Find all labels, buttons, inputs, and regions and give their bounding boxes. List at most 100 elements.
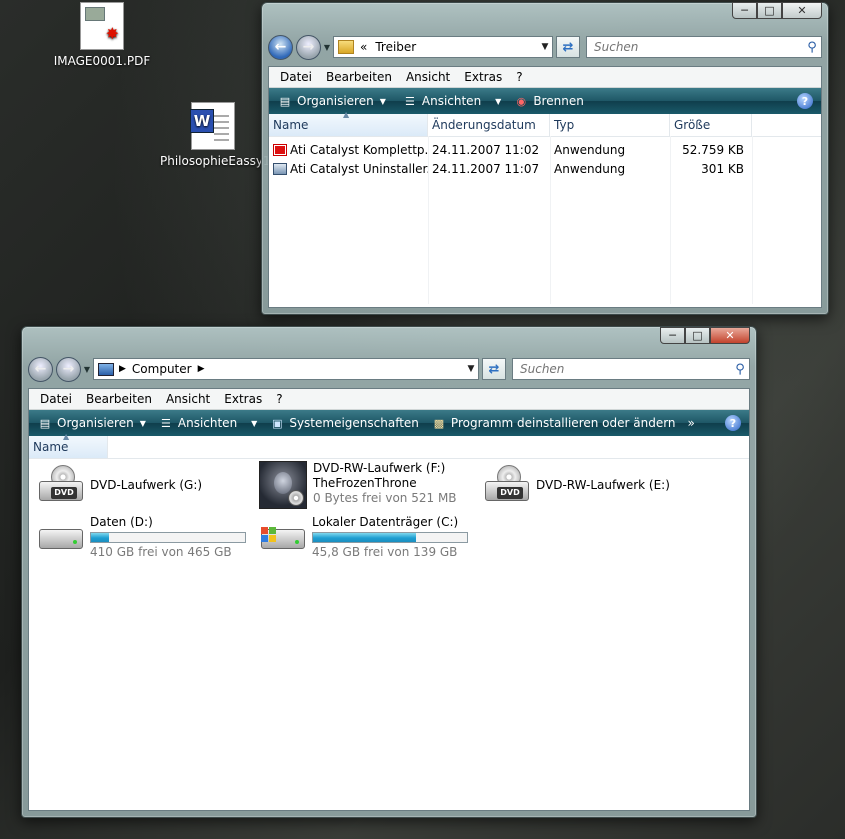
desktop-icon-label: IMAGE0001.PDF xyxy=(53,54,151,68)
file-name: Ati Catalyst Komplettp... xyxy=(290,142,428,157)
system-properties-button[interactable]: ▣ Systemeigenschaften xyxy=(265,415,427,431)
column-name-label: Name xyxy=(273,118,309,132)
organize-label: Organisieren xyxy=(297,94,374,108)
pdf-file-icon: ✸ xyxy=(80,2,124,50)
hard-disk-icon xyxy=(37,515,85,555)
breadcrumb-overflow[interactable]: « xyxy=(360,40,367,54)
menu-help[interactable]: ? xyxy=(269,392,289,406)
address-bar[interactable]: « Treiber ▼ xyxy=(333,36,553,58)
history-dropdown[interactable]: ▼ xyxy=(81,365,93,374)
uninstall-program-icon: ▩ xyxy=(433,416,445,430)
folder-icon xyxy=(338,40,354,54)
system-properties-label: Systemeigenschaften xyxy=(289,416,419,430)
minimize-button[interactable]: ─ xyxy=(660,327,685,344)
forward-arrow-icon: → xyxy=(62,361,75,377)
desktop-icon-word-doc[interactable]: W PhilosophieEassy1 xyxy=(160,102,271,168)
drive-dvd-rw-e[interactable]: DVD DVD-RW-Laufwerk (E:) xyxy=(483,465,670,507)
search-input[interactable] xyxy=(518,361,731,377)
menu-help[interactable]: ? xyxy=(509,70,529,84)
views-button[interactable]: ☰ Ansichten ▼ xyxy=(154,415,265,431)
chevron-down-icon: ▼ xyxy=(251,418,258,428)
column-header-name[interactable]: Name ▲ xyxy=(269,110,428,136)
menu-extras[interactable]: Extras xyxy=(217,392,269,406)
file-row[interactable]: Ati Catalyst Uninstaller... 24.11.2007 1… xyxy=(269,159,821,178)
more-commands-button[interactable]: » xyxy=(684,416,703,430)
back-arrow-icon: ← xyxy=(274,39,287,55)
close-button[interactable]: ✕ xyxy=(782,2,822,19)
menu-bar: Datei Bearbeiten Ansicht Extras ? xyxy=(269,67,821,88)
minimize-button[interactable]: ─ xyxy=(732,2,757,19)
search-icon[interactable]: ⚲ xyxy=(803,40,821,55)
column-header-type[interactable]: Typ xyxy=(550,114,670,136)
uninstall-program-button[interactable]: ▩ Programm deinstallieren oder ändern xyxy=(427,415,684,431)
history-dropdown[interactable]: ▼ xyxy=(321,43,333,52)
file-row[interactable]: Ati Catalyst Komplettp... 24.11.2007 11:… xyxy=(269,140,821,159)
breadcrumb-separator-icon[interactable]: ▶ xyxy=(198,364,205,374)
menu-bearbeiten[interactable]: Bearbeiten xyxy=(319,70,399,84)
close-button[interactable]: ✕ xyxy=(710,327,750,344)
column-header-size[interactable]: Größe xyxy=(670,114,752,136)
drive-dvd-g[interactable]: DVD DVD-Laufwerk (G:) xyxy=(37,465,202,507)
explorer-window-treiber[interactable]: ─ □ ✕ ← → ▼ « Treiber ▼ ⇄ ⚲ Datei Bearbe… xyxy=(261,2,829,315)
address-bar[interactable]: ▶ Computer ▶ ▼ xyxy=(93,358,479,380)
back-button[interactable]: ← xyxy=(28,356,53,382)
breadcrumb-current[interactable]: Treiber xyxy=(375,40,538,54)
menu-datei[interactable]: Datei xyxy=(33,392,79,406)
drive-list: DVD DVD-Laufwerk (G:) DVD-RW-Laufwerk (F… xyxy=(29,459,749,819)
column-header-date[interactable]: Änderungsdatum xyxy=(428,114,550,136)
column-type-label: Typ xyxy=(554,118,575,132)
menu-datei[interactable]: Datei xyxy=(273,70,319,84)
drive-daten-d[interactable]: Daten (D:) 410 GB frei von 465 GB xyxy=(37,515,246,560)
menu-extras[interactable]: Extras xyxy=(457,70,509,84)
burn-button[interactable]: ◉ Brennen xyxy=(509,93,591,109)
column-date-label: Änderungsdatum xyxy=(432,118,536,132)
drive-name: Lokaler Datenträger (C:) xyxy=(312,515,459,529)
menu-ansicht[interactable]: Ansicht xyxy=(159,392,217,406)
views-label: Ansichten xyxy=(177,416,238,430)
drive-name: Daten (D:) xyxy=(90,515,153,529)
drive-name: DVD-Laufwerk (G:) xyxy=(90,478,203,492)
column-headers: Name ▲ xyxy=(29,432,749,459)
help-icon[interactable]: ? xyxy=(725,415,741,431)
caption-buttons: ─ □ ✕ xyxy=(732,2,822,19)
search-input[interactable] xyxy=(592,39,803,55)
file-type: Anwendung xyxy=(554,142,626,157)
forward-button[interactable]: → xyxy=(56,356,81,382)
maximize-button[interactable]: □ xyxy=(757,2,782,19)
menu-ansicht[interactable]: Ansicht xyxy=(399,70,457,84)
sort-ascending-icon: ▲ xyxy=(343,110,350,119)
command-bar: ▤ Organisieren ▼ ☰ Ansichten ▼ ▣ Systeme… xyxy=(29,410,749,436)
caption-buttons: ─ □ ✕ xyxy=(660,327,750,344)
chevron-down-icon[interactable]: ▼ xyxy=(538,42,552,52)
refresh-button[interactable]: ⇄ xyxy=(482,358,506,380)
desktop-icon-label: PhilosophieEassy1 xyxy=(160,154,271,168)
drive-dvd-rw-f[interactable]: DVD-RW-Laufwerk (F:) TheFrozenThrone 0 B… xyxy=(259,461,457,509)
refresh-icon: ⇄ xyxy=(488,361,500,377)
drive-local-c[interactable]: Lokaler Datenträger (C:) 45,8 GB frei vo… xyxy=(259,515,468,560)
views-button[interactable]: ☰ Ansichten ▼ xyxy=(398,93,509,109)
views-icon: ☰ xyxy=(404,94,415,108)
back-button[interactable]: ← xyxy=(268,34,293,60)
breadcrumb-current[interactable]: Computer xyxy=(132,362,192,376)
forward-button[interactable]: → xyxy=(296,34,321,60)
breadcrumb-separator-icon[interactable]: ▶ xyxy=(119,364,126,374)
chevron-down-icon[interactable]: ▼ xyxy=(464,364,478,374)
desktop-icon-pdf[interactable]: ✸ IMAGE0001.PDF xyxy=(52,2,152,68)
drive-usage-bar xyxy=(312,532,468,543)
help-icon[interactable]: ? xyxy=(797,93,813,109)
menu-bearbeiten[interactable]: Bearbeiten xyxy=(79,392,159,406)
column-header-name[interactable]: Name ▲ xyxy=(29,432,108,458)
explorer-window-computer[interactable]: ─ □ ✕ ← → ▼ ▶ Computer ▶ ▼ ⇄ ⚲ Datei Bea… xyxy=(21,326,757,818)
organize-button[interactable]: ▤ Organisieren ▼ xyxy=(33,415,154,431)
search-box[interactable]: ⚲ xyxy=(512,358,750,380)
drive-volume-label: TheFrozenThrone xyxy=(313,476,417,490)
dvd-badge: DVD xyxy=(51,487,77,499)
refresh-button[interactable]: ⇄ xyxy=(556,36,580,58)
refresh-icon: ⇄ xyxy=(562,39,574,55)
search-box[interactable]: ⚲ xyxy=(586,36,822,58)
search-icon[interactable]: ⚲ xyxy=(731,362,749,377)
maximize-button[interactable]: □ xyxy=(685,327,710,344)
views-label: Ansichten xyxy=(421,94,482,108)
dvd-drive-icon: DVD xyxy=(483,465,531,507)
organize-button[interactable]: ▤ Organisieren ▼ xyxy=(273,93,394,109)
